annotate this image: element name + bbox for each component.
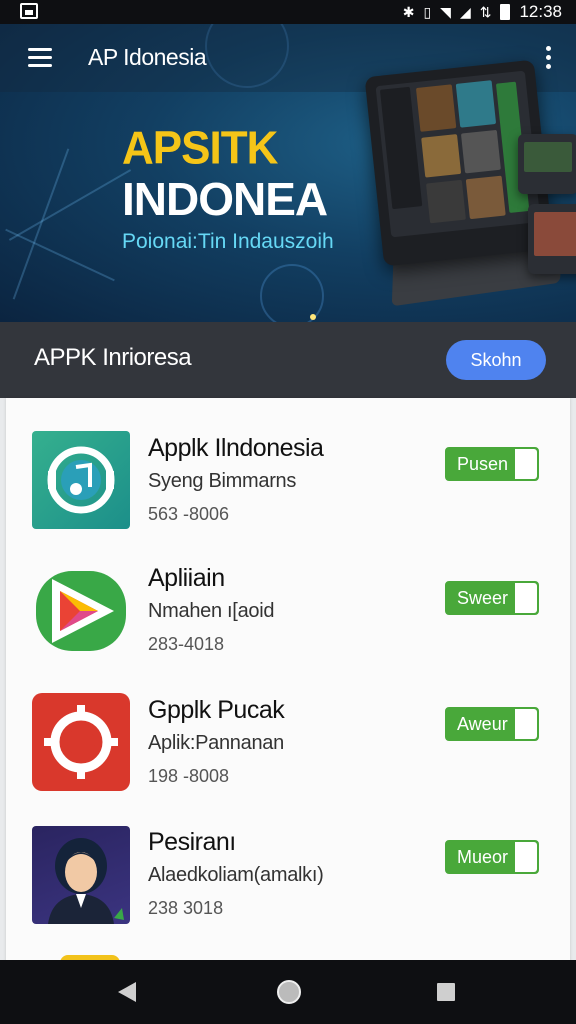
status-bar: ✱ ▯ ◥ ◢ ⇅ 12:38 [0,0,576,24]
bluetooth-icon: ✱ [402,4,415,20]
decor-line [8,169,132,241]
app-action-button[interactable]: Sweer [445,581,539,615]
home-icon[interactable] [277,980,301,1004]
device-illustration [364,59,576,307]
app-name: Applk Ilndonesia [148,434,324,462]
vibrate-icon: ▯ [423,4,432,20]
app-gear-icon [32,693,130,791]
section-header: APPK Inrioresa Skohn [0,322,576,398]
hero-banner: AP Idonesia APSITK INDONEA Poionai:Tin I… [0,24,576,322]
app-name: Apliiain [148,564,225,592]
app-title: AP Idonesia [88,44,207,70]
recents-icon[interactable] [437,983,455,1001]
app-avatar-icon [32,826,130,924]
app-subtitle: Aplik:Pannanan [148,732,284,754]
screenshot-icon [20,3,38,19]
status-icons: ✱ ▯ ◥ ◢ ⇅ 12:38 [403,2,562,22]
app-action-button[interactable]: Aweur [445,707,539,741]
signal-icon: ◢ [459,4,471,20]
play-store-icon [32,561,130,659]
app-name: Pesiranı [148,828,236,856]
list-item[interactable]: Pesiranı Alaedkoliam(amalkı) 238 3018 Mu… [6,812,570,940]
status-time: 12:38 [519,2,562,21]
navigation-bar [0,960,576,1024]
section-action-button[interactable]: Skohn [446,340,546,380]
battery-icon [500,4,511,20]
wifi-icon: ◥ [440,4,451,20]
hero-title-line2: INDONEA [122,173,328,225]
list-item[interactable]: Applk Ilndonesia Syeng Bimmarns 563 -800… [6,418,570,546]
list-item[interactable]: Gpplk Pucak Aplik:Pannanan 198 -8008 Awe… [6,680,570,808]
app-meta: 283-4018 [148,634,225,654]
app-subtitle: Nmahen ı[aoid [148,600,275,622]
app-subtitle: Syeng Bimmarns [148,470,297,492]
app-name: Gpplk Pucak [148,696,285,724]
app-action-button[interactable]: Pusen [445,447,539,481]
data-icon: ⇅ [479,4,492,20]
app-music-icon [32,431,130,529]
section-title: APPK Inrioresa [34,344,192,371]
decor-circle [260,264,324,322]
app-meta: 563 -8006 [148,504,230,524]
decor-line [12,148,70,300]
app-subtitle: Alaedkoliam(amalkı) [148,864,324,886]
app-meta: 198 -8008 [148,766,230,786]
hero-subtitle: Poionai:Tin Indauszoih [122,230,334,253]
back-icon[interactable] [118,982,136,1002]
app-meta: 238 3018 [148,898,224,918]
decor-dot [310,314,316,320]
list-item[interactable]: Apliiain Nmahen ı[aoid 283-4018 Sweer [6,548,570,676]
hero-title-line1: APSITK [122,122,278,175]
menu-icon[interactable] [24,44,58,72]
app-list: Applk Ilndonesia Syeng Bimmarns 563 -800… [6,398,570,968]
app-action-button[interactable]: Mueor [445,840,539,874]
